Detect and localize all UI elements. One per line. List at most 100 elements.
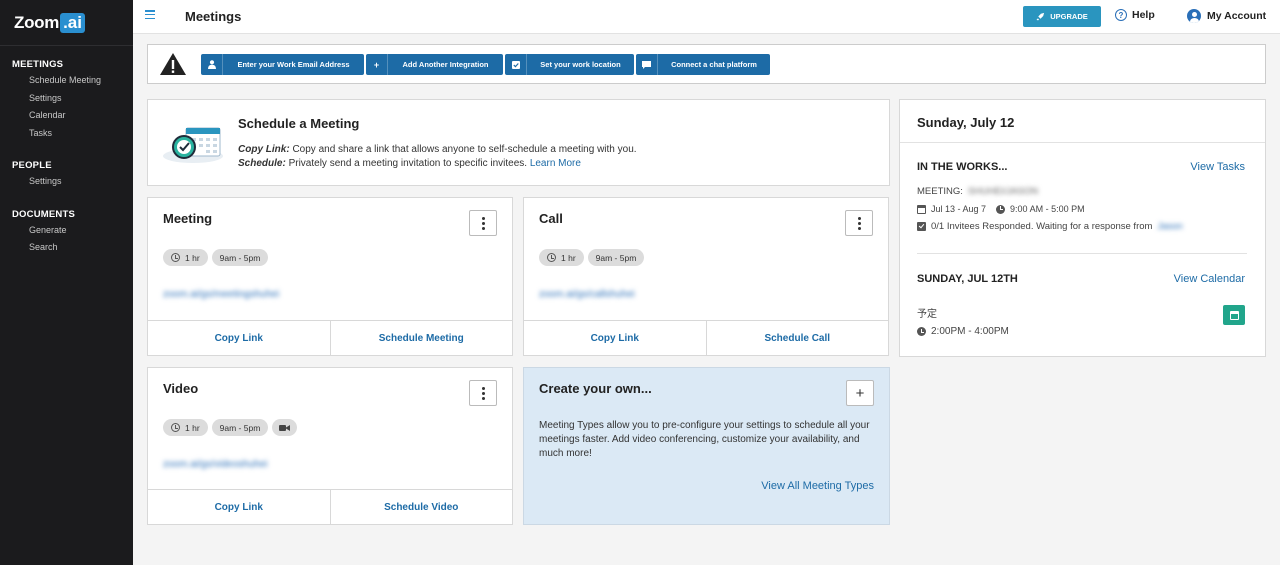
help-label: Help (1132, 9, 1155, 21)
divider (900, 142, 1265, 143)
enter-work-email-button[interactable]: Enter your Work Email Address (201, 54, 364, 75)
duration-text: 1 hr (185, 422, 200, 433)
sidebar-item-people-settings[interactable]: Settings (0, 173, 133, 191)
plus-icon: + (855, 384, 865, 402)
schedule-text: Privately send a meeting invitation to s… (288, 158, 528, 169)
schedule-video-button[interactable]: Schedule Video (329, 490, 513, 524)
meeting-link[interactable]: zoom.ai/gs/meetingshuhei (163, 289, 279, 300)
sidebar-item-search[interactable]: Search (0, 239, 133, 257)
sidebar: Zoom .ai MEETINGS Schedule Meeting Settin… (0, 0, 133, 565)
more-options-icon[interactable] (845, 210, 873, 236)
copy-link-button[interactable]: Copy Link (524, 321, 706, 355)
hours-text: 9am - 5pm (219, 252, 261, 263)
help-link[interactable]: ? Help (1115, 9, 1155, 21)
agenda-date: Sunday, July 12 (917, 115, 1015, 130)
sidebar-item-settings[interactable]: Settings (0, 90, 133, 108)
video-link[interactable]: zoom.ai/gs/videoshuhei (163, 459, 268, 470)
duration-chip: 1 hr (163, 419, 208, 436)
nav-title-people: PEOPLE (12, 160, 52, 171)
clock-icon (171, 423, 180, 432)
upgrade-label: UPGRADE (1050, 12, 1088, 21)
sidebar-item-generate[interactable]: Generate (0, 222, 133, 240)
agenda-panel: Sunday, July 12 IN THE WORKS... View Tas… (899, 99, 1266, 357)
integration-bar: Enter your Work Email Address + Add Anot… (147, 44, 1266, 84)
sidebar-item-calendar[interactable]: Calendar (0, 107, 133, 125)
card-actions: Copy Link Schedule Call (524, 320, 888, 355)
sidebar-item-tasks[interactable]: Tasks (0, 125, 133, 143)
view-tasks-link[interactable]: View Tasks (1190, 161, 1245, 173)
set-work-location-button[interactable]: Set your work location (505, 54, 634, 75)
schedule-term: Schedule: (238, 158, 286, 169)
add-integration-label: Add Another Integration (402, 60, 489, 69)
checklist-icon (917, 222, 926, 231)
create-description: Meeting Types allow you to pre-configure… (539, 420, 870, 459)
nav-title-meetings: MEETINGS (12, 59, 64, 70)
hours-chip: 9am - 5pm (211, 249, 269, 266)
meeting-chips: 1 hr 9am - 5pm (163, 249, 269, 266)
view-all-meeting-types-link[interactable]: View All Meeting Types (761, 480, 874, 492)
hours-text: 9am - 5pm (219, 422, 261, 433)
event-title[interactable]: 予定 (917, 305, 937, 320)
rocket-icon (1036, 12, 1045, 21)
meeting-type-title: Video (163, 381, 199, 396)
hours-chip: 9am - 5pm (587, 249, 645, 266)
event-time-row: 2:00PM - 4:00PM (917, 326, 1009, 337)
time-range: 9:00 AM - 5:00 PM (1010, 204, 1085, 214)
hamburger-icon[interactable] (145, 10, 155, 20)
duration-chip: 1 hr (163, 249, 208, 266)
sidebar-item-schedule-meeting[interactable]: Schedule Meeting (0, 72, 133, 90)
clock-icon (547, 253, 556, 262)
call-link[interactable]: zoom.ai/gs/callshuhei (539, 289, 635, 300)
chat-icon (636, 54, 658, 75)
event-calendar-button[interactable] (1223, 305, 1245, 325)
logo-text: Zoom (14, 12, 60, 32)
meeting-label: MEETING: (917, 186, 963, 197)
more-options-icon[interactable] (469, 380, 497, 406)
my-account-link[interactable]: My Account (1187, 9, 1266, 23)
warning-icon (160, 53, 186, 75)
divider (917, 253, 1247, 254)
calendar-icon (917, 204, 926, 214)
schedule-call-button[interactable]: Schedule Call (705, 321, 889, 355)
schedule-meeting-button[interactable]: Schedule Meeting (329, 321, 513, 355)
invitees-text: 0/1 Invitees Responded. Waiting for a re… (931, 221, 1153, 232)
add-integration-button[interactable]: + Add Another Integration (366, 54, 503, 75)
schedule-description: Schedule: Privately send a meeting invit… (238, 158, 581, 169)
meeting-type-card-video: Video 1 hr 9am - 5pm zoom.ai/gs/videoshu… (147, 367, 513, 525)
invitee-name[interactable]: Jason (1157, 221, 1182, 232)
nav-section-people: PEOPLE Settings (0, 159, 133, 191)
meeting-type-title: Meeting (163, 211, 213, 226)
page-title: Meetings (185, 9, 242, 24)
enter-work-email-label: Enter your Work Email Address (237, 60, 350, 69)
logo-badge: .ai (60, 12, 85, 33)
invitees-row: 0/1 Invitees Responded. Waiting for a re… (917, 221, 1183, 232)
copy-link-button[interactable]: Copy Link (148, 490, 330, 524)
copy-link-term: Copy Link: (238, 144, 290, 155)
hours-text: 9am - 5pm (595, 252, 637, 263)
card-actions: Copy Link Schedule Meeting (148, 320, 512, 355)
copy-link-button[interactable]: Copy Link (148, 321, 330, 355)
in-the-works-heading: IN THE WORKS... (917, 161, 1008, 173)
view-calendar-link[interactable]: View Calendar (1174, 273, 1245, 285)
nav-section-meetings: MEETINGS Schedule Meeting Settings Calen… (0, 58, 133, 142)
upgrade-button[interactable]: UPGRADE (1023, 6, 1101, 27)
date-range: Jul 13 - Aug 7 (931, 204, 987, 214)
video-chip (272, 419, 298, 436)
add-meeting-type-button[interactable]: + (846, 380, 874, 406)
meeting-type-card-call: Call 1 hr 9am - 5pm zoom.ai/gs/callshuhe… (523, 197, 889, 356)
meeting-type-card-meeting: Meeting 1 hr 9am - 5pm zoom.ai/gs/meetin… (147, 197, 513, 356)
event-time: 2:00PM - 4:00PM (931, 326, 1009, 337)
learn-more-link[interactable]: Learn More (530, 158, 581, 169)
hours-chip: 9am - 5pm (211, 419, 269, 436)
user-icon (201, 54, 223, 75)
meeting-name: SHUHEI/JASON (967, 186, 1039, 197)
duration-text: 1 hr (561, 252, 576, 263)
help-icon: ? (1115, 9, 1127, 21)
nav-section-documents: DOCUMENTS Generate Search (0, 208, 133, 257)
set-work-location-label: Set your work location (540, 60, 621, 69)
connect-chat-button[interactable]: Connect a chat platform (636, 54, 770, 75)
logo[interactable]: Zoom .ai (0, 0, 133, 46)
account-label: My Account (1207, 10, 1267, 22)
more-options-icon[interactable] (469, 210, 497, 236)
card-actions: Copy Link Schedule Video (148, 489, 512, 524)
